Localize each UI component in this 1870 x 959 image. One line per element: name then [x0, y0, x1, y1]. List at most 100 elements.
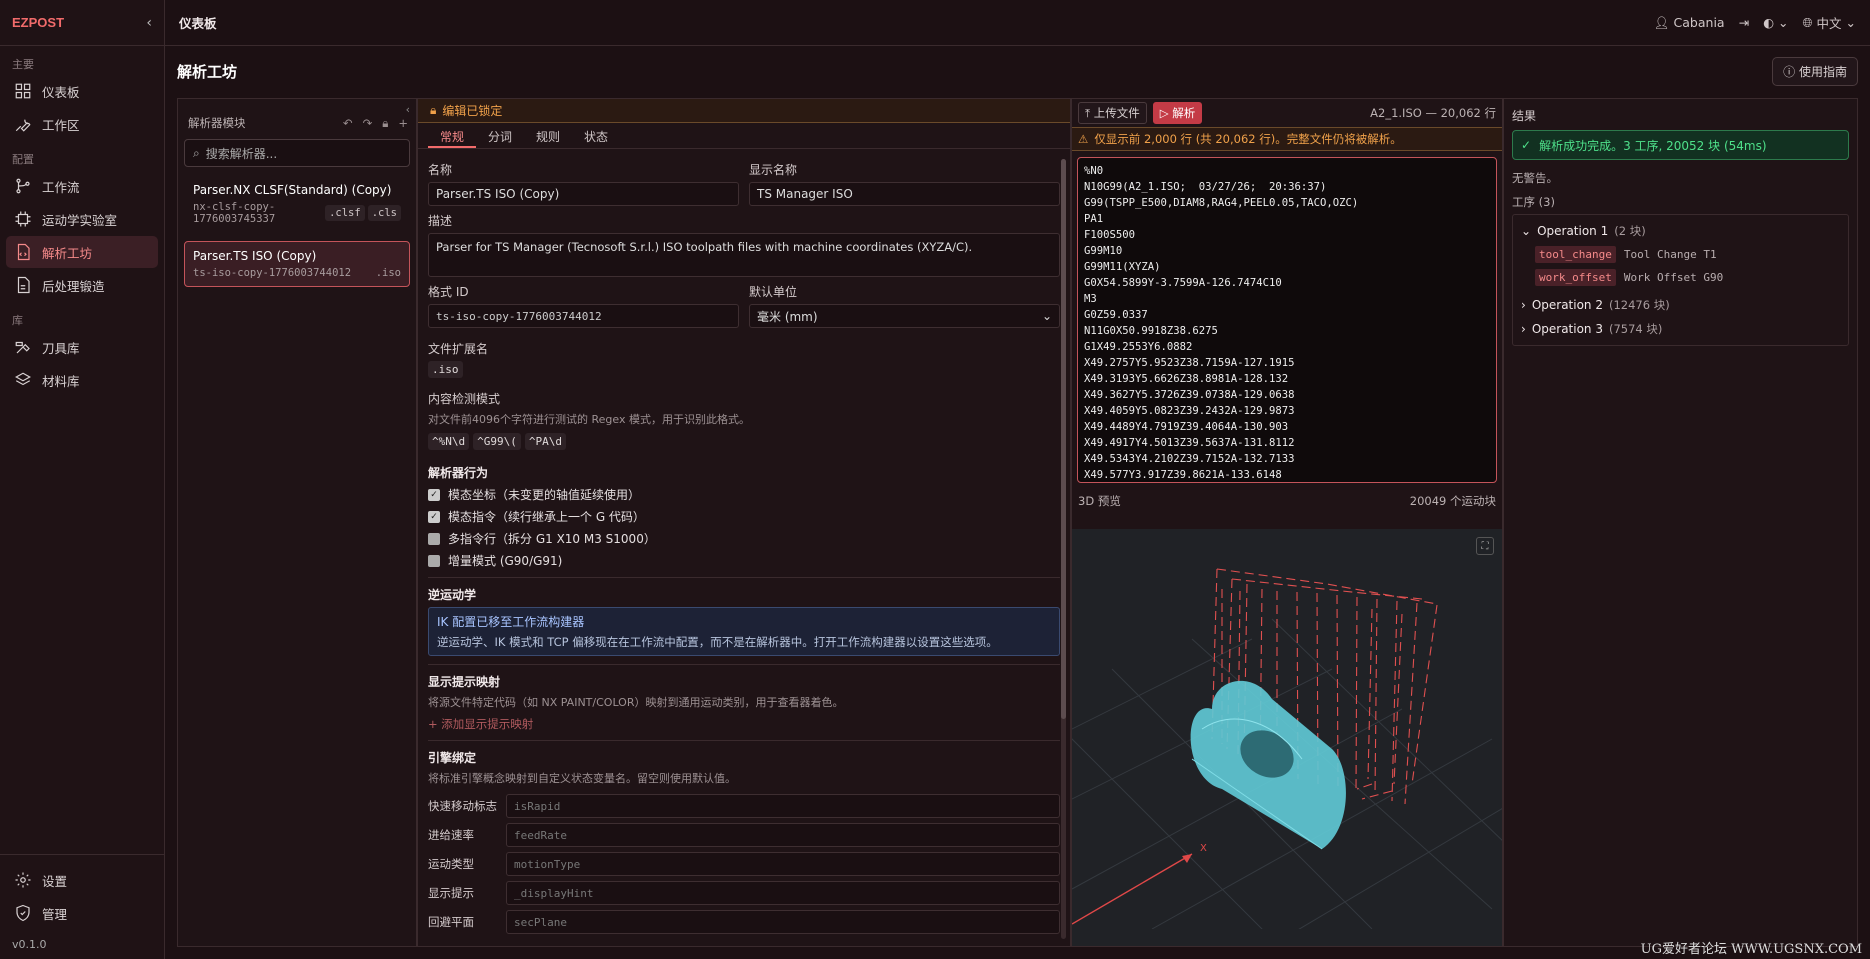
parser-item-nx-clsf[interactable]: Parser.NX CLSF(Standard) (Copy) nx-clsf-…	[184, 175, 410, 233]
code-line: X49.4059Y5.0823Z39.2432A-129.9873	[1084, 405, 1295, 417]
scrollbar-thumb[interactable]	[1061, 159, 1066, 719]
tab-state[interactable]: 状态	[572, 123, 620, 148]
tab-tokens[interactable]: 分词	[476, 123, 524, 148]
tab-general[interactable]: 常规	[428, 123, 477, 148]
binding-input-feedrate[interactable]: feedRate	[506, 823, 1060, 847]
pattern-chip: ^PA\d	[524, 433, 566, 450]
panel-collapse-icon[interactable]: ‹	[406, 103, 410, 116]
pattern-chip: ^G99\(	[473, 433, 521, 450]
upload-label: 上传文件	[1093, 106, 1140, 120]
divider	[428, 664, 1060, 665]
user-menu[interactable]: 👤︎ Cabania	[1654, 15, 1725, 31]
detect-hint: 对文件前4096个字符进行测试的 Regex 模式，用于识别此格式。	[428, 413, 750, 426]
behavior-incremental[interactable]: 增量模式 (G90/G91)	[428, 552, 1060, 569]
topbar-right: 👤︎ Cabania ⇥ ◐ ⌄ 🌐︎ 中文 ⌄	[1654, 13, 1856, 32]
binding-row: 回避平面 secPlane	[428, 910, 1060, 934]
operation-event: tool_change Tool Change T1	[1513, 243, 1848, 266]
sidebar-item-workspace[interactable]: 工作区	[6, 108, 158, 140]
code-line: G1X49.2553Y6.0882	[1084, 341, 1193, 353]
parser-search-input[interactable]: ⌕ 搜索解析器...	[184, 139, 410, 167]
modules-toolbar: ↶ ↷ 🔒︎ +	[343, 116, 408, 131]
sidebar-item-tools[interactable]: 刀具库	[6, 331, 158, 363]
code-line: G0Z59.0337	[1084, 309, 1148, 321]
lock-icon[interactable]: 🔒︎	[382, 116, 388, 131]
checkbox-checked-icon[interactable]: ✓	[428, 488, 440, 501]
binding-label: 显示提示	[428, 886, 474, 900]
code-line: N11G0X50.9918Z38.6275	[1084, 325, 1218, 337]
parser-item-name: Parser.NX CLSF(Standard) (Copy)	[193, 183, 392, 197]
add-hint-mapping-link[interactable]: + 添加显示提示映射	[428, 716, 1060, 732]
binding-input-motiontype[interactable]: motionType	[506, 852, 1060, 876]
sidebar-item-label: 材料库	[42, 373, 80, 389]
logout-icon[interactable]: ⇥	[1739, 15, 1749, 30]
checkbox-unchecked-icon[interactable]	[428, 532, 440, 545]
chevron-right-icon: ›	[1521, 298, 1526, 312]
success-text: 解析成功完成。3 工序, 20052 块 (54ms)	[1539, 137, 1766, 154]
editor-tabs: 常规 分词 规则 状态	[418, 123, 1070, 149]
undo-icon[interactable]: ↶	[343, 116, 353, 131]
operations-label: 工序 (3)	[1512, 195, 1555, 209]
sidebar-item-dashboard[interactable]: 仪表板	[6, 75, 158, 107]
binding-input-secplane[interactable]: secPlane	[506, 910, 1060, 934]
operations-list: ⌄ Operation 1 (2 块) tool_change Tool Change…	[1512, 214, 1849, 346]
sidebar-item-parser-workshop[interactable]: 解析工坊	[6, 236, 158, 268]
collapse-sidebar-icon[interactable]: ‹	[146, 15, 152, 31]
description-textarea[interactable]: Parser for TS Manager (Tecnosoft S.r.l.)…	[428, 233, 1060, 277]
redo-icon[interactable]: ↷	[363, 116, 373, 131]
operation-item[interactable]: ⌄ Operation 1 (2 块)	[1513, 219, 1848, 243]
3d-preview-viewport[interactable]: X ⛶	[1072, 529, 1502, 946]
code-line: X49.2757Y5.9523Z38.7159A-127.1915	[1084, 357, 1295, 369]
warning-icon: ⚠	[1078, 132, 1089, 146]
code-line: X49.4917Y4.5013Z39.5637A-131.8112	[1084, 437, 1295, 449]
default-unit-select[interactable]: 毫米 (mm) ⌄	[749, 304, 1060, 328]
binding-row: 运动类型 motionType	[428, 852, 1060, 876]
app-version: v0.1.0	[12, 938, 47, 951]
gear-icon	[15, 872, 31, 888]
sidebar-item-settings[interactable]: 设置	[6, 864, 158, 896]
modules-title: 解析器模块	[188, 116, 246, 130]
upload-file-button[interactable]: ⤒ 上传文件	[1078, 102, 1147, 124]
guide-button[interactable]: ⓘ 使用指南	[1772, 56, 1858, 86]
format-id-input[interactable]: ts-iso-copy-1776003744012	[428, 304, 739, 328]
code-line: X49.3193Y5.6626Z38.8981A-128.132	[1084, 373, 1289, 385]
editor-scrollbar[interactable]	[1061, 159, 1066, 939]
binding-input-displayhint[interactable]: _displayHint	[506, 881, 1060, 905]
fullscreen-icon[interactable]: ⛶	[1476, 537, 1494, 555]
tab-rules[interactable]: 规则	[524, 123, 572, 148]
checkbox-checked-icon[interactable]: ✓	[428, 510, 440, 523]
sidebar-item-post-forge[interactable]: 后处理锻造	[6, 269, 158, 301]
check-circle-icon: ✓	[1521, 138, 1532, 152]
operation-item[interactable]: › Operation 3 (7574 块)	[1513, 317, 1848, 341]
upload-icon: ⤒	[1085, 106, 1094, 120]
results-panel: 结果 ✓ 解析成功完成。3 工序, 20052 块 (54ms) 无警告。 工序…	[1503, 98, 1858, 947]
add-icon[interactable]: +	[398, 116, 408, 131]
pattern-chip: ^%N\d	[428, 433, 470, 450]
parse-button[interactable]: ▷ 解析	[1152, 102, 1203, 124]
behavior-multi-command[interactable]: 多指令行（拆分 G1 X10 M3 S1000）	[428, 530, 1060, 547]
binding-input-rapid[interactable]: isRapid	[506, 794, 1060, 818]
sidebar-item-admin[interactable]: 管理	[6, 897, 158, 929]
search-placeholder: 搜索解析器...	[205, 146, 278, 161]
behavior-modal-commands[interactable]: ✓ 模态指令（续行继承上一个 G 代码）	[428, 508, 1060, 525]
name-input[interactable]: Parser.TS ISO (Copy)	[428, 182, 739, 206]
sidebar-item-label: 后处理锻造	[42, 278, 105, 294]
source-code-view[interactable]: %N0 N10G99(A2_1.ISO; 03/27/26; 20:36:37) G…	[1077, 157, 1497, 483]
engine-binding-desc: 将标准引擎概念映射到自定义状态变量名。留空则使用默认值。	[428, 772, 736, 785]
language-menu[interactable]: 🌐︎ 中文 ⌄	[1802, 13, 1856, 32]
parser-item-ts-iso[interactable]: Parser.TS ISO (Copy) ts-iso-copy-1776003…	[184, 241, 410, 287]
checkbox-unchecked-icon[interactable]	[428, 554, 440, 567]
display-name-input[interactable]: TS Manager ISO	[749, 182, 1060, 206]
binding-label: 运动类型	[428, 857, 474, 871]
sidebar-item-materials[interactable]: 材料库	[6, 364, 158, 396]
layers-icon	[15, 372, 31, 386]
operation-item[interactable]: › Operation 2 (12476 块)	[1513, 293, 1848, 317]
wrench-icon	[15, 119, 31, 132]
code-line: G99M10	[1084, 245, 1123, 257]
behavior-modal-coords[interactable]: ✓ 模态坐标（未变更的轴值延续使用）	[428, 486, 1060, 503]
extension-chip: .iso	[375, 267, 401, 279]
sidebar-item-kinematics[interactable]: 运动学实验室	[6, 203, 158, 235]
sidebar-item-workflow[interactable]: 工作流	[6, 170, 158, 202]
theme-menu[interactable]: ◐ ⌄	[1763, 15, 1788, 30]
event-value: Tool Change T1	[1623, 248, 1717, 261]
tool-icon	[15, 341, 30, 354]
